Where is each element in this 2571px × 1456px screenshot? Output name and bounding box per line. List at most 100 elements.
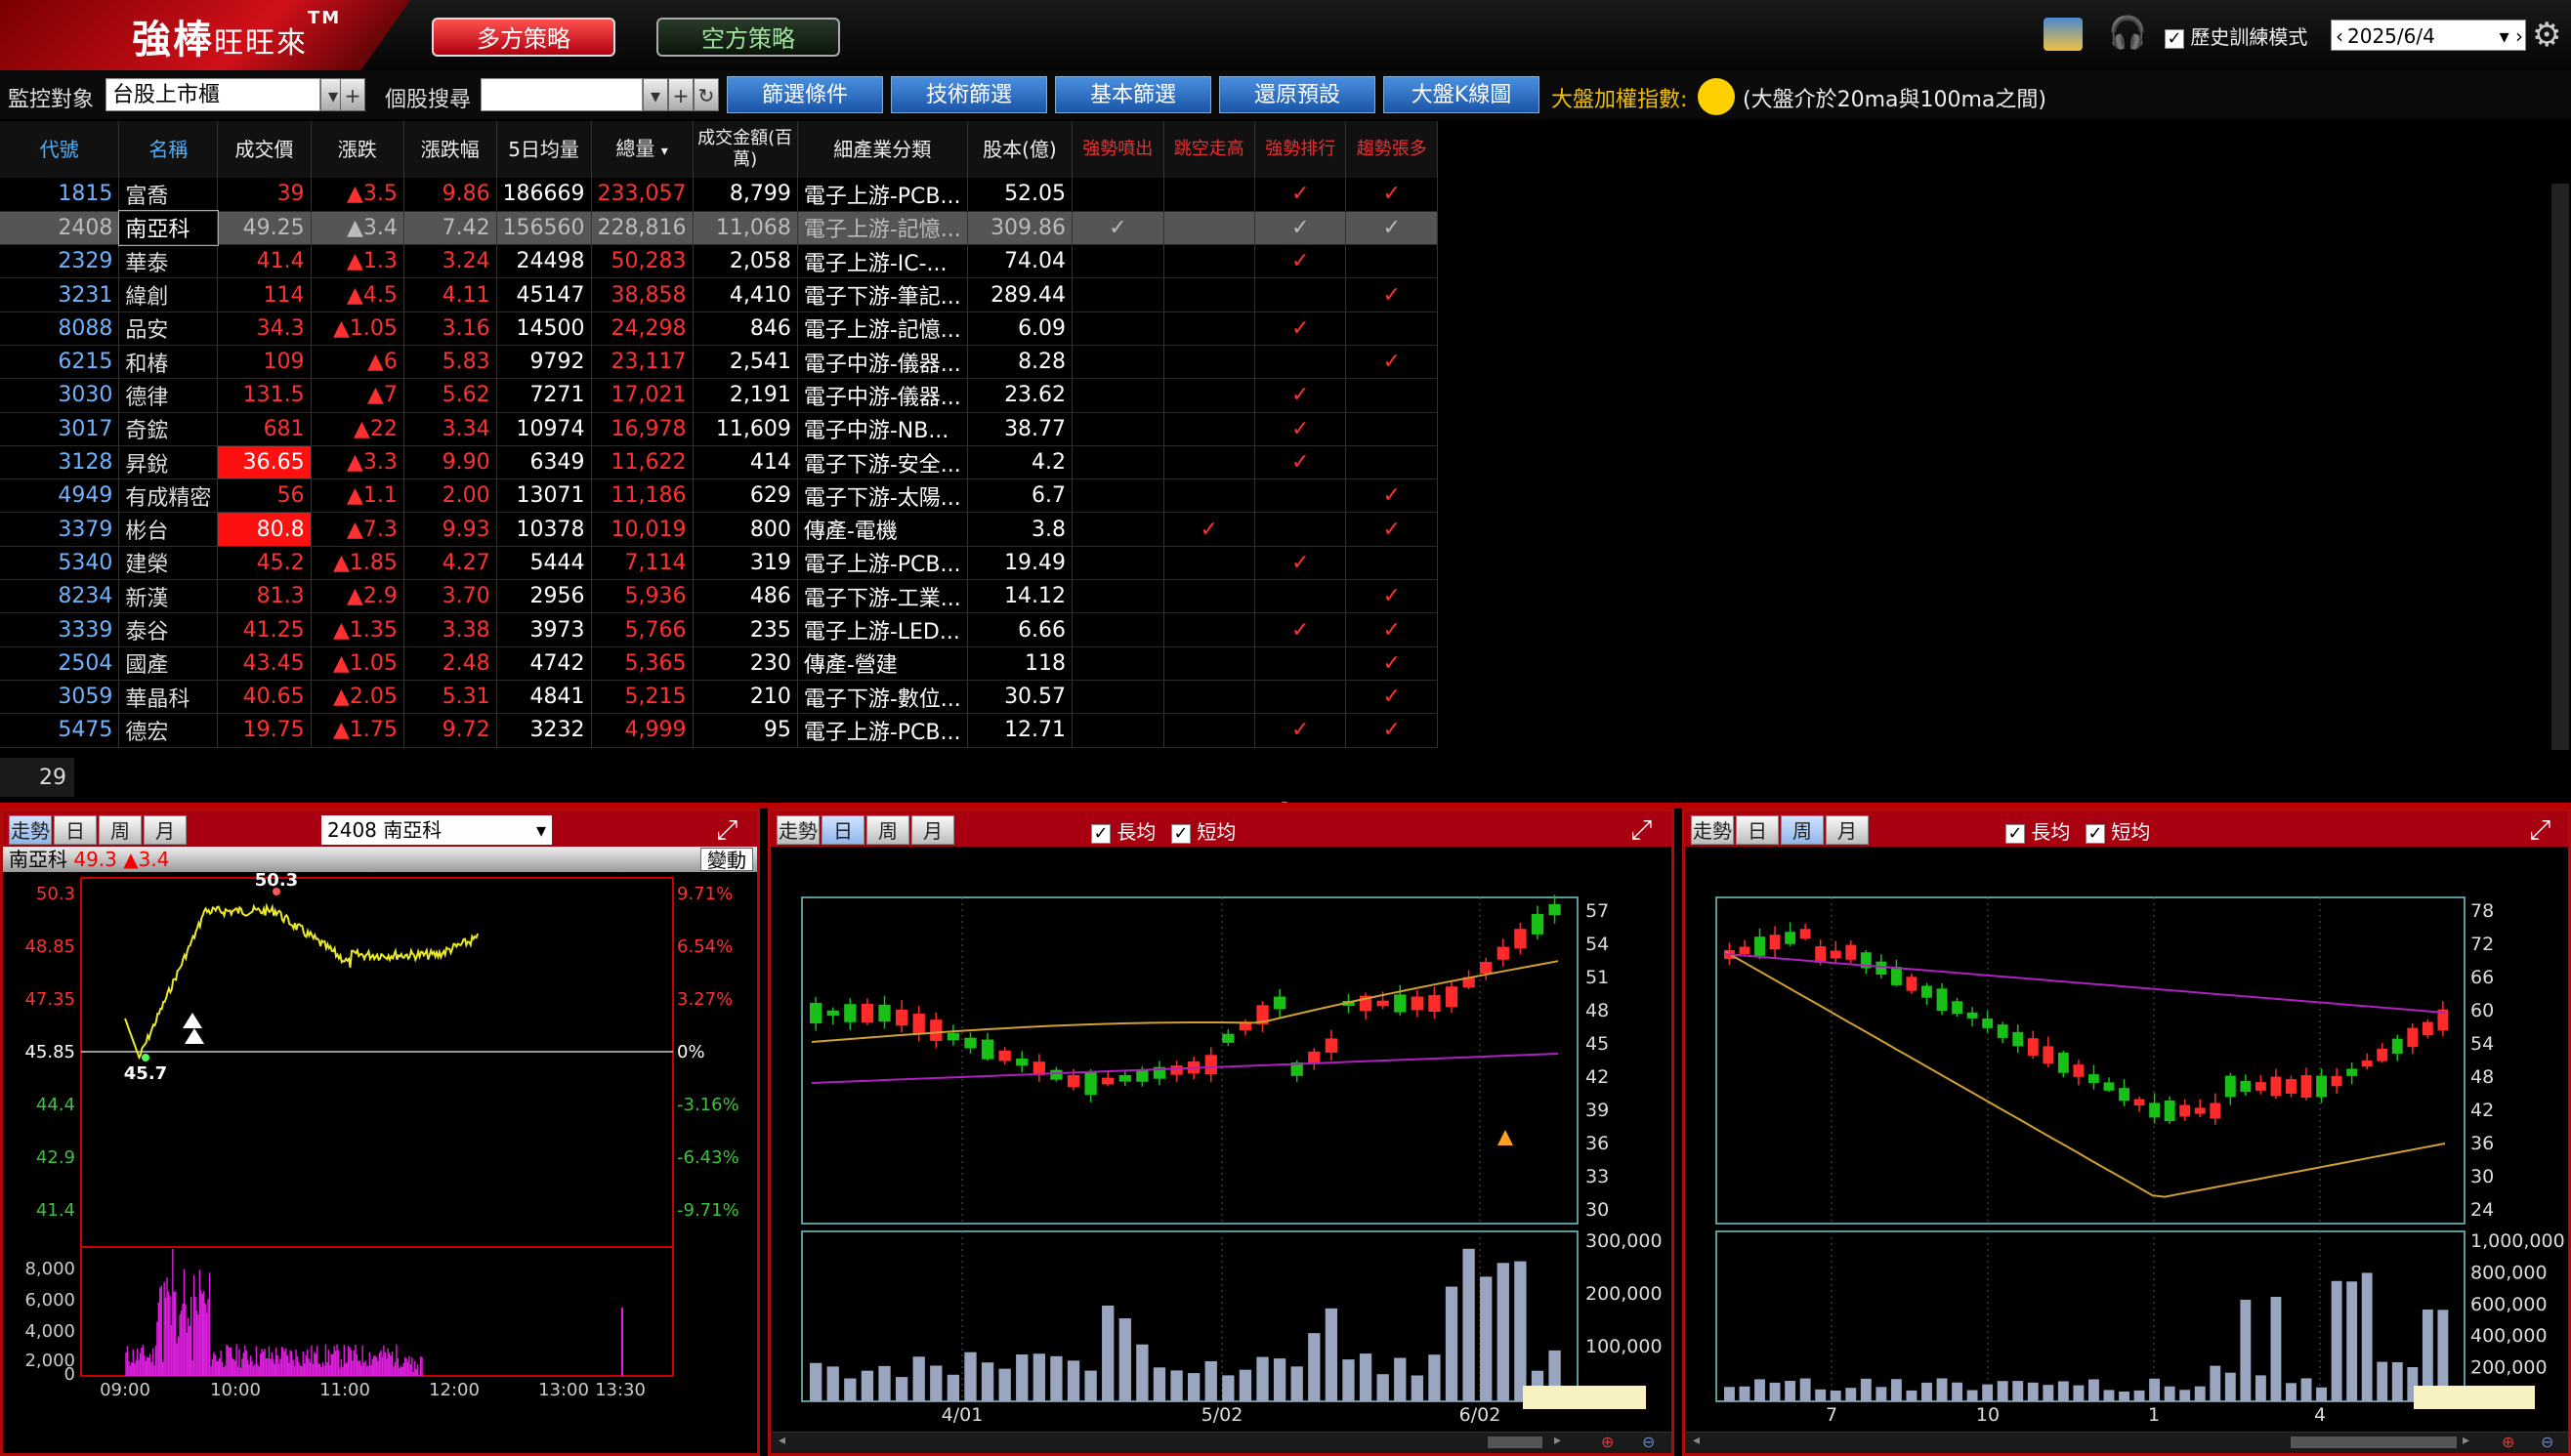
- tab-month[interactable]: 月: [144, 815, 187, 845]
- short-ma-toggle[interactable]: ✓ 短均: [2086, 816, 2150, 845]
- gear-icon[interactable]: ⚙: [2532, 16, 2561, 55]
- table-row[interactable]: 2408 南亞科 49.25 ▲3.4 7.42 156560 228,816 11,068 電…: [0, 210, 1438, 246]
- col-strong-burst[interactable]: 強勢噴出: [1072, 121, 1164, 178]
- add-icon[interactable]: +: [340, 78, 365, 111]
- table-row[interactable]: 3339 泰谷 41.25 ▲1.35 3.38 3973 5,766 235 電子上游-LED…: [0, 612, 1438, 647]
- zoom-out-icon[interactable]: ⊖: [1642, 1433, 1655, 1451]
- date-picker[interactable]: ‹ 2025/6/4 ▾ ›: [2331, 20, 2526, 51]
- zoom-out-icon[interactable]: ⊖: [2541, 1433, 2553, 1451]
- prev-date-icon[interactable]: ‹: [2332, 24, 2347, 48]
- col-amount[interactable]: 成交金額(百萬): [693, 121, 798, 178]
- table-row[interactable]: 2504 國產 43.45 ▲1.05 2.48 4742 5,365 230 傳產-營建 118…: [0, 646, 1438, 681]
- expand-icon[interactable]: ⤢: [716, 813, 738, 847]
- scroll-thumb[interactable]: [1488, 1436, 1542, 1448]
- zoom-in-icon[interactable]: ⊕: [2502, 1433, 2514, 1451]
- cell-vol: 5,936: [591, 579, 694, 614]
- history-mode-toggle[interactable]: ✓ 歷史訓練模式: [2165, 21, 2307, 50]
- stock-select[interactable]: 2408 南亞科 ▾: [321, 815, 552, 845]
- long-ma-toggle[interactable]: ✓ 長均: [1091, 816, 1156, 845]
- col-trend-long[interactable]: 趨勢張多: [1345, 121, 1438, 178]
- col-code[interactable]: 代號: [0, 121, 120, 178]
- checkbox-icon[interactable]: ✓: [2005, 824, 2025, 844]
- long-ma-label: 長均: [2031, 820, 2071, 844]
- headset-icon[interactable]: 🎧: [2108, 14, 2147, 51]
- table-row[interactable]: 4949 有成精密 56 ▲1.1 2.00 13071 11,186 629 電子下游-太陽.…: [0, 478, 1438, 514]
- stock-search-input[interactable]: [481, 78, 643, 111]
- tab-month[interactable]: 月: [1826, 815, 1869, 845]
- expand-icon[interactable]: ⤢: [2529, 813, 2550, 847]
- volume-bar: [1067, 1360, 1080, 1401]
- table-row[interactable]: 5340 建榮 45.2 ▲1.85 4.27 5444 7,114 319 電子上游-PCB.…: [0, 546, 1438, 581]
- table-row[interactable]: 1815 富喬 39 ▲3.5 9.86 186669 233,057 8,799 電子上游-P…: [0, 178, 1438, 212]
- monitor-select[interactable]: 台股上市櫃: [105, 78, 320, 111]
- chart-scrollbar[interactable]: ◂ ▸ ⊕ ⊖: [771, 1432, 1671, 1453]
- long-strategy-button[interactable]: 多方策略: [432, 18, 615, 57]
- col-volume[interactable]: 總量 ▾: [591, 121, 694, 178]
- col-strong-rank[interactable]: 強勢排行: [1254, 121, 1347, 178]
- candle-body: [2300, 1075, 2312, 1098]
- table-row[interactable]: 2329 華泰 41.4 ▲1.3 3.24 24498 50,283 2,058 電子上游-I…: [0, 244, 1438, 279]
- zoom-in-icon[interactable]: ⊕: [1601, 1433, 1614, 1451]
- tab-month[interactable]: 月: [911, 815, 954, 845]
- tab-day[interactable]: 日: [54, 815, 97, 845]
- tab-trend[interactable]: 走勢: [9, 815, 52, 845]
- add-icon[interactable]: +: [668, 78, 694, 111]
- calendar-icon[interactable]: [2044, 18, 2083, 51]
- checkbox-icon[interactable]: ✓: [1171, 824, 1191, 844]
- scroll-thumb[interactable]: [2291, 1436, 2457, 1448]
- expand-icon[interactable]: ⤢: [1630, 813, 1652, 847]
- tab-trend[interactable]: 走勢: [1691, 815, 1734, 845]
- table-row[interactable]: 3030 德律 131.5 ▲7 5.62 7271 17,021 2,191 電子中游-儀器.…: [0, 378, 1438, 413]
- tab-week[interactable]: 周: [866, 815, 909, 845]
- tab-week[interactable]: 周: [99, 815, 142, 845]
- candle-body: [2043, 1046, 2054, 1064]
- chart-scrollbar[interactable]: ◂ ▸ ⊕ ⊖: [1685, 1432, 2568, 1453]
- volume-tick-label: 4,000: [24, 1321, 75, 1342]
- scroll-left-icon[interactable]: ◂: [779, 1433, 785, 1448]
- scroll-right-icon[interactable]: ▸: [2463, 1433, 2469, 1448]
- change-button[interactable]: 變動: [700, 848, 753, 872]
- checkbox-icon[interactable]: ✓: [2086, 824, 2105, 844]
- filter-conditions-button[interactable]: 篩選條件: [727, 76, 883, 113]
- tab-day[interactable]: 日: [1736, 815, 1779, 845]
- short-strategy-button[interactable]: 空方策略: [656, 18, 840, 57]
- tab-day[interactable]: 日: [822, 815, 864, 845]
- scroll-right-icon[interactable]: ▸: [1554, 1433, 1561, 1448]
- table-scrollbar[interactable]: [2551, 184, 2569, 750]
- table-row[interactable]: 3231 緯創 114 ▲4.5 4.11 45147 38,858 4,410 電子下游-筆記…: [0, 277, 1438, 312]
- table-row[interactable]: 5475 德宏 19.75 ▲1.75 9.72 3232 4,999 95 電子上游-PCB.…: [0, 713, 1438, 748]
- tab-week[interactable]: 周: [1781, 815, 1824, 845]
- table-row[interactable]: 8234 新漢 81.3 ▲2.9 3.70 2956 5,936 486 電子下游-工業...…: [0, 579, 1438, 614]
- long-ma-toggle[interactable]: ✓ 長均: [2005, 816, 2070, 845]
- short-ma-toggle[interactable]: ✓ 短均: [1171, 816, 1236, 845]
- col-vol5[interactable]: 5日均量: [496, 121, 592, 178]
- table-row[interactable]: 3379 彬台 80.8 ▲7.3 9.93 10378 10,019 800 傳產-電機 3.8…: [0, 512, 1438, 547]
- chevron-down-icon[interactable]: ▾: [536, 815, 546, 845]
- checkbox-icon[interactable]: ✓: [2165, 29, 2184, 49]
- col-industry[interactable]: 細產業分類: [797, 121, 968, 178]
- refresh-icon[interactable]: ↻: [694, 78, 719, 111]
- checkbox-icon[interactable]: ✓: [1091, 824, 1111, 844]
- col-pct[interactable]: 漲跌幅: [403, 121, 497, 178]
- chevron-down-icon[interactable]: ▾: [643, 78, 668, 111]
- scroll-left-icon[interactable]: ◂: [1693, 1433, 1700, 1448]
- cell-ind: 電子下游-工業...: [797, 579, 968, 614]
- col-name[interactable]: 名稱: [118, 121, 219, 178]
- technical-filter-button[interactable]: 技術篩選: [891, 76, 1047, 113]
- col-capital[interactable]: 股本(億): [967, 121, 1074, 178]
- tab-trend[interactable]: 走勢: [777, 815, 820, 845]
- restore-default-button[interactable]: 還原預設: [1219, 76, 1375, 113]
- col-price[interactable]: 成交價: [217, 121, 312, 178]
- cell-vol5: 45147: [496, 277, 592, 312]
- table-row[interactable]: 3059 華晶科 40.65 ▲2.05 5.31 4841 5,215 210 電子下游-數位…: [0, 680, 1438, 715]
- market-kline-button[interactable]: 大盤K線圖: [1383, 76, 1539, 113]
- fundamental-filter-button[interactable]: 基本篩選: [1055, 76, 1211, 113]
- col-change[interactable]: 漲跌: [311, 121, 404, 178]
- table-row[interactable]: 6215 和椿 109 ▲6 5.83 9792 23,117 2,541 電子中游-儀器...…: [0, 345, 1438, 380]
- date-nav-icons[interactable]: ▾ ›: [2500, 21, 2523, 52]
- col-gap-up[interactable]: 跳空走高: [1163, 121, 1255, 178]
- table-row[interactable]: 3128 昇銳 36.65 ▲3.3 9.90 6349 11,622 414 電子下游-安全.…: [0, 445, 1438, 480]
- table-row[interactable]: 3017 奇鋐 681 ▲22 3.34 10974 16,978 11,609 電子中游-NB…: [0, 412, 1438, 446]
- table-row[interactable]: 8088 品安 34.3 ▲1.05 3.16 14500 24,298 846 電子上游-記憶…: [0, 312, 1438, 346]
- cell-vol5: 2956: [496, 579, 592, 614]
